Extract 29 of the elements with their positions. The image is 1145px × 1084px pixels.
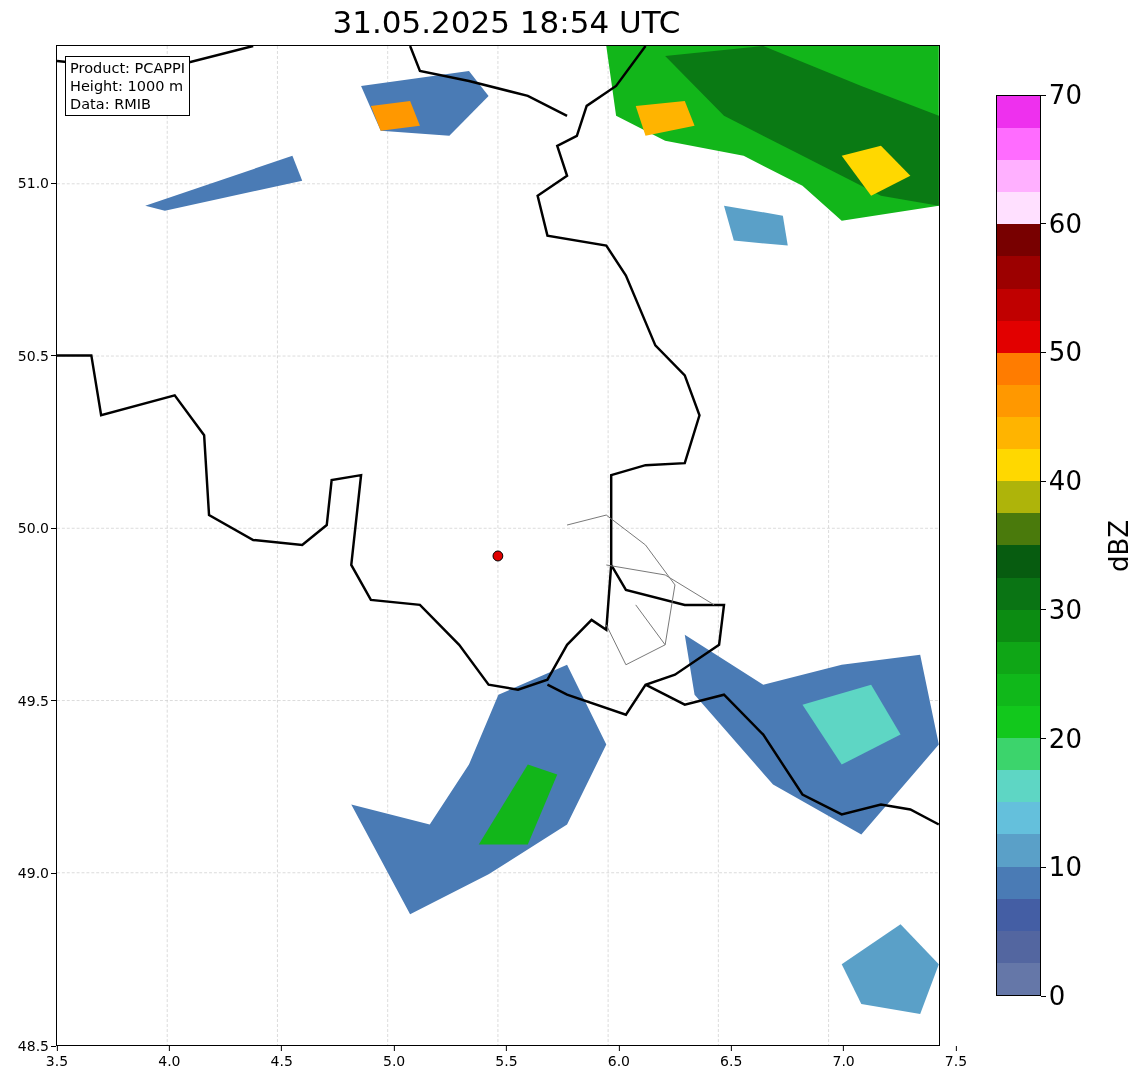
axis-label: 5.5 <box>495 1053 518 1069</box>
axis-label: 7.0 <box>832 1053 855 1069</box>
scale-label: 50 <box>1048 339 1082 366</box>
axis-label: 50.0 <box>17 520 50 537</box>
axis-label: 5.0 <box>383 1053 406 1069</box>
scale-label: 40 <box>1048 468 1082 495</box>
axis-label: 49.5 <box>17 692 50 709</box>
axis-label: 51.0 <box>17 175 50 192</box>
scale-label: 10 <box>1048 854 1082 881</box>
axis-label: 3.5 <box>45 1053 69 1069</box>
axis-label: 6.5 <box>720 1053 743 1069</box>
axis-label: 50.5 <box>17 347 50 364</box>
axis-label: 7.5 <box>944 1053 968 1069</box>
unit-label: dBZ <box>1103 519 1134 572</box>
axis-label: 48.5 <box>17 1038 50 1054</box>
scale-label: 60 <box>1048 210 1082 237</box>
axis-tick <box>1040 995 1046 997</box>
axis-label: 4.0 <box>158 1053 181 1069</box>
scale-label: 70 <box>1048 82 1082 108</box>
info-text: Height: 1000 m <box>70 77 185 96</box>
info-text: Data: RMIB <box>70 95 152 114</box>
chart-title: 31.05.2025 18:54 UTC <box>332 7 681 38</box>
scale-label: 20 <box>1048 725 1082 752</box>
axis-label: 4.5 <box>270 1053 293 1069</box>
axis-label: 6.0 <box>607 1053 630 1069</box>
scale-label: 0 <box>1048 983 1066 1009</box>
scale-label: 30 <box>1048 596 1082 623</box>
axis-label: 49.0 <box>17 865 50 882</box>
info-text: Product: PCAPPI <box>70 59 186 78</box>
